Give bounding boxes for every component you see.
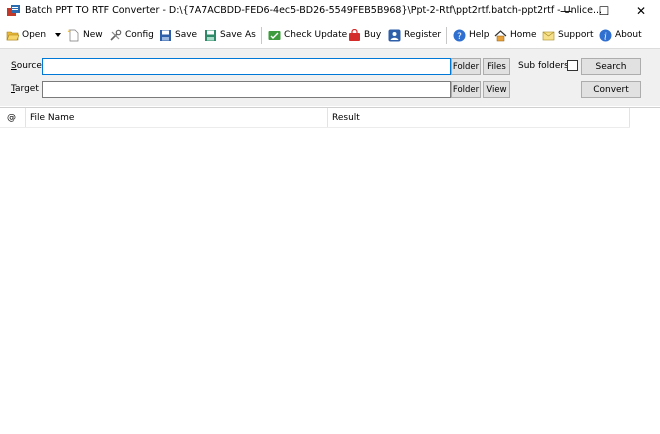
- about-button[interactable]: i About: [599, 26, 642, 44]
- window-title: Batch PPT TO RTF Converter - D:\{7A7ACBD…: [25, 5, 603, 16]
- save-label: Save: [175, 30, 198, 40]
- support-button[interactable]: Support: [542, 26, 594, 44]
- config-label: Config: [125, 30, 154, 40]
- target-view-button[interactable]: View: [483, 81, 510, 98]
- maximize-button[interactable]: ☐: [585, 0, 623, 22]
- check-update-icon: [268, 30, 281, 40]
- home-label: Home: [510, 30, 537, 40]
- register-label: Register: [404, 30, 442, 40]
- svg-text:?: ?: [457, 32, 462, 42]
- source-files-button[interactable]: Files: [483, 58, 510, 75]
- source-field[interactable]: [43, 59, 450, 74]
- open-label: Open: [22, 30, 47, 40]
- shopping-bag-icon: [349, 28, 360, 41]
- file-list-grid[interactable]: @ File Name Result: [0, 107, 660, 434]
- floppy-disk-icon: [160, 29, 171, 41]
- save-button[interactable]: Save: [159, 26, 197, 44]
- source-folder-button[interactable]: Folder: [451, 58, 481, 75]
- column-header-result[interactable]: Result: [328, 108, 630, 127]
- convert-button[interactable]: Convert: [581, 81, 641, 98]
- subfolders-checkbox[interactable]: [567, 60, 578, 71]
- minimize-button[interactable]: —: [547, 0, 585, 22]
- register-user-icon: [388, 29, 401, 41]
- target-input[interactable]: [42, 81, 451, 98]
- folder-open-icon: [6, 31, 19, 40]
- target-label: Target: [11, 84, 39, 94]
- help-label: Help: [469, 30, 490, 40]
- info-icon: i: [599, 29, 612, 42]
- target-field[interactable]: [43, 82, 450, 97]
- toolbar-separator: [446, 27, 447, 44]
- new-label: New: [83, 30, 103, 40]
- search-button[interactable]: Search: [581, 58, 641, 75]
- source-label: Source: [11, 61, 42, 71]
- support-label: Support: [558, 30, 594, 40]
- save-as-button[interactable]: Save As: [204, 26, 256, 44]
- title-bar: Batch PPT TO RTF Converter - D:\{7A7ACBD…: [0, 0, 660, 22]
- home-icon: [494, 29, 507, 41]
- open-button[interactable]: Open: [6, 26, 46, 44]
- config-button[interactable]: Config: [109, 26, 154, 44]
- register-button[interactable]: Register: [388, 26, 441, 44]
- buy-button[interactable]: Buy: [348, 26, 381, 44]
- column-header-status[interactable]: @: [0, 108, 26, 127]
- toolbar-separator: [261, 27, 262, 44]
- tools-icon: [110, 29, 122, 41]
- new-button[interactable]: New: [67, 26, 103, 44]
- column-header-file-name[interactable]: File Name: [26, 108, 328, 127]
- source-input[interactable]: [42, 58, 451, 75]
- options-panel: Source Folder Files Sub folders Search T…: [0, 48, 660, 106]
- home-button[interactable]: Home: [494, 26, 537, 44]
- new-file-icon: [67, 28, 79, 41]
- close-button[interactable]: ✕: [622, 0, 660, 22]
- toolbar: Open New Config Save Save As Check Updat…: [0, 24, 660, 46]
- help-icon: ?: [453, 29, 466, 42]
- check-update-button[interactable]: Check Update: [268, 26, 347, 44]
- target-folder-button[interactable]: Folder: [451, 81, 481, 98]
- subfolders-label: Sub folders: [518, 61, 569, 71]
- check-update-label: Check Update: [284, 30, 348, 40]
- open-dropdown-arrow-icon[interactable]: [55, 33, 61, 37]
- buy-label: Buy: [364, 30, 382, 40]
- header-divider: [0, 127, 630, 128]
- about-label: About: [615, 30, 642, 40]
- help-button[interactable]: ? Help: [453, 26, 490, 44]
- svg-text:i: i: [604, 32, 607, 42]
- support-envelope-icon: [542, 31, 555, 40]
- save-as-label: Save As: [220, 30, 256, 40]
- save-as-icon: [205, 29, 216, 41]
- app-icon: [7, 5, 20, 17]
